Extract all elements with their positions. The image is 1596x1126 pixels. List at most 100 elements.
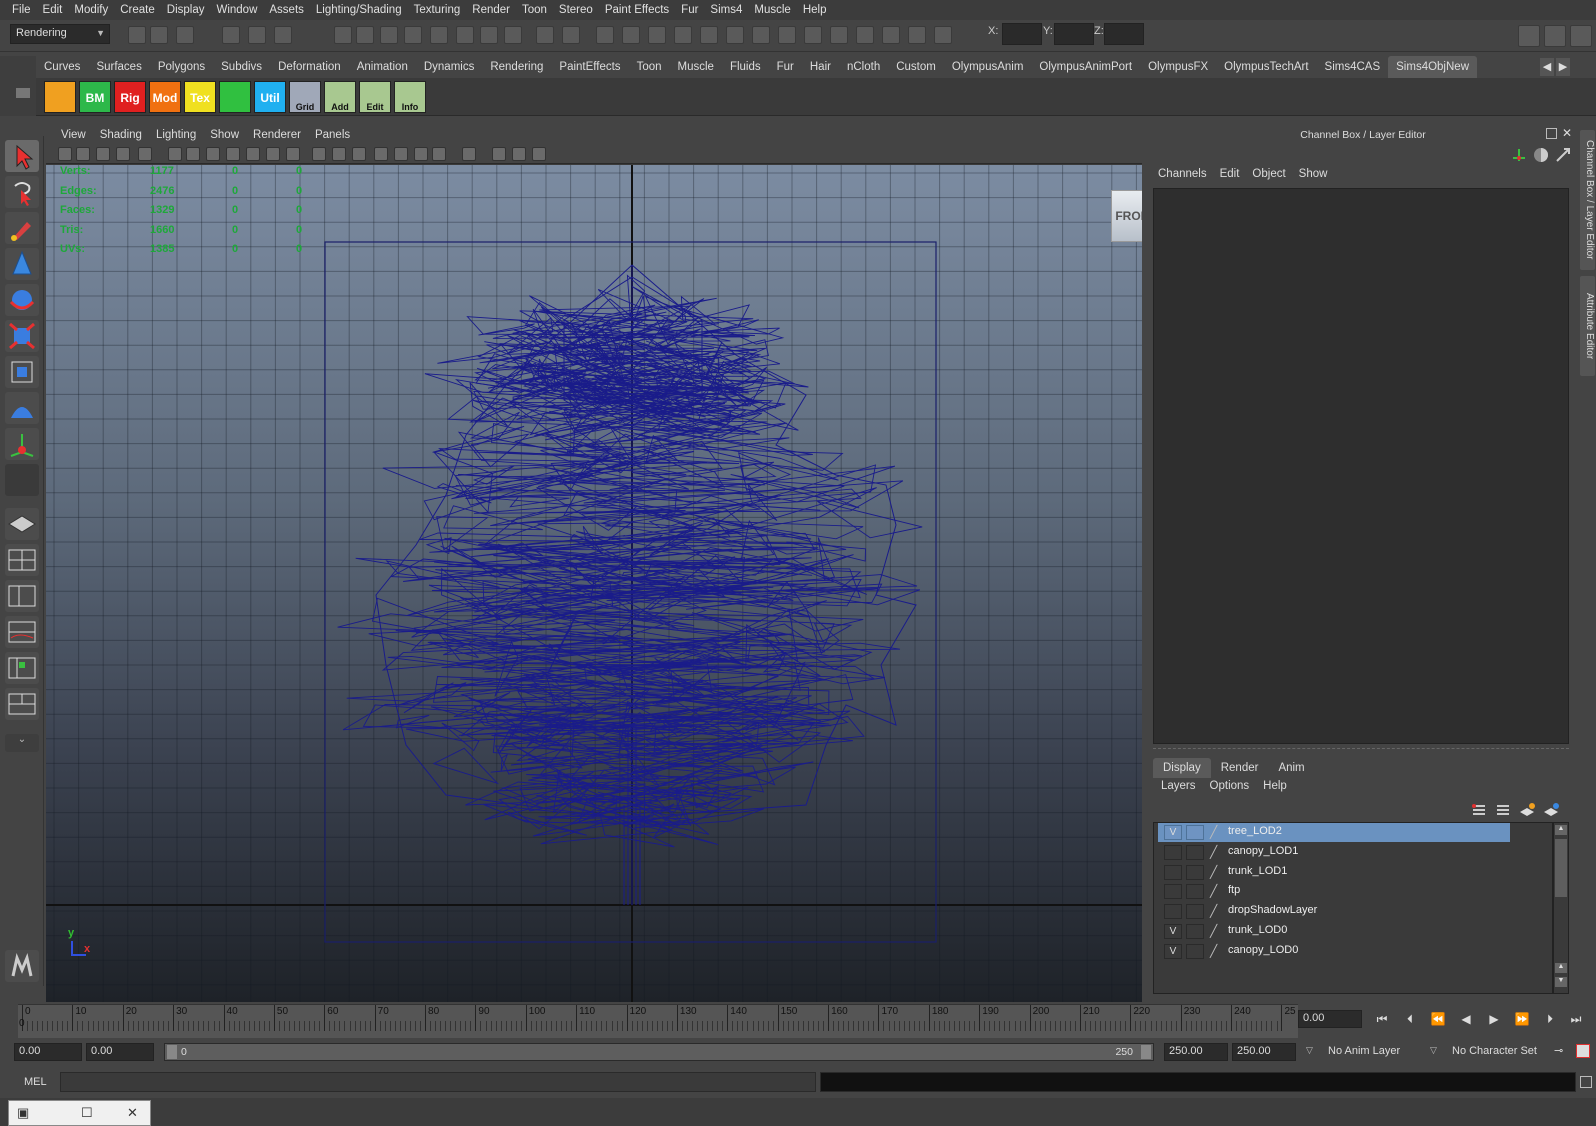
range-end-handle[interactable] (1141, 1045, 1151, 1059)
shelf-tab-hair[interactable]: Hair (802, 56, 839, 78)
menu-assets[interactable]: Assets (263, 0, 310, 20)
viewport-tool-icon[interactable] (206, 147, 220, 161)
shelf-tab-fluids[interactable]: Fluids (722, 56, 769, 78)
layer-display-type-toggle[interactable] (1186, 844, 1204, 860)
shelf-tab-painteffects[interactable]: PaintEffects (551, 56, 628, 78)
shelf-tab-animation[interactable]: Animation (349, 56, 416, 78)
move-layer-down-icon[interactable] (1494, 802, 1512, 818)
lasso-tool-icon[interactable] (5, 176, 39, 208)
layer-row[interactable]: ╱ canopy_LOD1 (1158, 843, 1510, 862)
channel-box-manipulator-icon[interactable] (1532, 146, 1550, 164)
viewport-menu-panels[interactable]: Panels (308, 129, 357, 141)
show-hide-attribute-editor-icon[interactable] (1518, 25, 1540, 47)
layer-color-swatch-icon[interactable]: ╱ (1210, 845, 1224, 860)
shelf-tab-ncloth[interactable]: nCloth (839, 56, 888, 78)
viewport-tool-icon[interactable] (116, 147, 130, 161)
make-live-icon[interactable] (430, 26, 448, 44)
viewport-tool-icon[interactable] (462, 147, 476, 161)
viewport-tool-icon[interactable] (96, 147, 110, 161)
channel-box-menu-object[interactable]: Object (1252, 168, 1294, 186)
key-icon[interactable]: ⊸ (1554, 1044, 1570, 1058)
current-frame-field[interactable]: 0.00 (1298, 1010, 1362, 1028)
layer-display-type-toggle[interactable] (1186, 943, 1204, 959)
shelf-tab-fur[interactable]: Fur (769, 56, 802, 78)
menu-modify[interactable]: Modify (68, 0, 114, 20)
shelf-tab-curves[interactable]: Curves (36, 56, 88, 78)
more-layouts-icon[interactable]: ⌄ (5, 734, 39, 752)
shelf-tab-subdivs[interactable]: Subdivs (213, 56, 270, 78)
status-tool-icon[interactable] (648, 26, 666, 44)
animation-start-field[interactable]: 0.00 (14, 1043, 82, 1061)
paint-select-tool-icon[interactable] (5, 212, 39, 244)
layer-display-type-toggle[interactable] (1186, 864, 1204, 880)
close-panel-icon[interactable]: ✕ (1562, 126, 1572, 140)
save-scene-icon[interactable] (176, 26, 194, 44)
layer-visibility-toggle[interactable] (1164, 844, 1182, 860)
shelf-scroll-left-icon[interactable]: ◀ (1540, 58, 1554, 76)
menu-toon[interactable]: Toon (516, 0, 553, 20)
animation-preferences-icon[interactable] (1576, 1044, 1590, 1058)
four-view-layout-icon[interactable] (5, 544, 39, 576)
scroll-up-icon[interactable]: ▲ (1555, 825, 1567, 835)
scroll-down-icon[interactable]: ▼ (1555, 977, 1567, 987)
layer-row[interactable]: ╱ trunk_LOD1 (1158, 863, 1510, 882)
playback-start-field[interactable]: 0.00 (86, 1043, 154, 1061)
layer-row[interactable]: V ╱ canopy_LOD0 (1158, 942, 1510, 961)
status-tool-icon[interactable] (700, 26, 718, 44)
viewport-tool-icon[interactable] (532, 147, 546, 161)
range-start-handle[interactable] (167, 1045, 177, 1059)
shelf-tab-polygons[interactable]: Polygons (150, 56, 213, 78)
status-tool-icon[interactable] (830, 26, 848, 44)
shelf-button-add[interactable]: Add (324, 81, 356, 113)
x-input[interactable] (1002, 23, 1042, 45)
anim-layer-chevron-icon[interactable]: ▽ (1306, 1045, 1313, 1056)
status-tool-icon[interactable] (752, 26, 770, 44)
new-layer-icon[interactable] (1518, 802, 1536, 818)
step-forward-frame-icon[interactable]: ⏵ (1540, 1010, 1560, 1028)
shelf-button-info[interactable]: Info (394, 81, 426, 113)
shelf-tab-toon[interactable]: Toon (629, 56, 670, 78)
y-input[interactable] (1054, 23, 1094, 45)
front-viewport[interactable]: Verts: 1177 0 0 Edges: 2476 0 0 Faces: 1329 0 0 Tris… (46, 165, 1142, 1002)
float-panel-icon[interactable] (1546, 128, 1557, 139)
minimized-window-bar[interactable]: ▣ ☐ ✕ (8, 1100, 151, 1126)
layer-color-swatch-icon[interactable]: ╱ (1210, 924, 1224, 939)
select-tool-icon[interactable] (5, 140, 39, 172)
shelf-handle[interactable] (0, 56, 36, 116)
layer-row[interactable]: ╱ ftp (1158, 882, 1510, 901)
status-tool-icon[interactable] (934, 26, 952, 44)
character-set-chevron-icon[interactable]: ▽ (1430, 1045, 1437, 1056)
layer-visibility-toggle[interactable]: V (1164, 924, 1182, 939)
rotate-tool-icon[interactable] (5, 284, 39, 316)
shelf-scroll-right-icon[interactable]: ▶ (1556, 58, 1570, 76)
show-hide-channel-box-icon[interactable] (1570, 25, 1592, 47)
menu-lighting-shading[interactable]: Lighting/Shading (310, 0, 408, 20)
tree-wireframe[interactable] (46, 165, 1142, 1002)
status-tool-icon[interactable] (726, 26, 744, 44)
menu-sims4[interactable]: Sims4 (704, 0, 748, 20)
shelf-tab-olympustechart[interactable]: OlympusTechArt (1216, 56, 1316, 78)
viewport-tool-icon[interactable] (168, 147, 182, 161)
animation-end-field[interactable]: 250.00 (1232, 1043, 1296, 1061)
layer-color-swatch-icon[interactable]: ╱ (1210, 825, 1224, 840)
layer-menu-help[interactable]: Help (1263, 780, 1287, 798)
menu-display[interactable]: Display (161, 0, 211, 20)
layer-menu-layers[interactable]: Layers (1161, 780, 1196, 798)
menu-stereo[interactable]: Stereo (553, 0, 599, 20)
script-editor-icon[interactable] (1580, 1076, 1592, 1088)
show-manipulator-tool-icon[interactable] (5, 428, 39, 460)
layer-menu-options[interactable]: Options (1210, 780, 1250, 798)
menu-fur[interactable]: Fur (675, 0, 704, 20)
hypershade-layout-icon[interactable] (5, 652, 39, 684)
shelf-tab-olympusanim[interactable]: OlympusAnim (944, 56, 1032, 78)
snap-to-point-icon[interactable] (380, 26, 398, 44)
shelf-tab-dynamics[interactable]: Dynamics (416, 56, 482, 78)
persp-outliner-layout-icon[interactable] (5, 580, 39, 612)
channel-box-menu-channels[interactable]: Channels (1158, 168, 1216, 186)
viewport-tool-icon[interactable] (186, 147, 200, 161)
layer-color-swatch-icon[interactable]: ╱ (1210, 944, 1224, 959)
viewport-tool-icon[interactable] (58, 147, 72, 161)
shelf-button-util[interactable]: Util (254, 81, 286, 113)
viewport-tool-icon[interactable] (312, 147, 326, 161)
snap-to-curve-icon[interactable] (356, 26, 374, 44)
